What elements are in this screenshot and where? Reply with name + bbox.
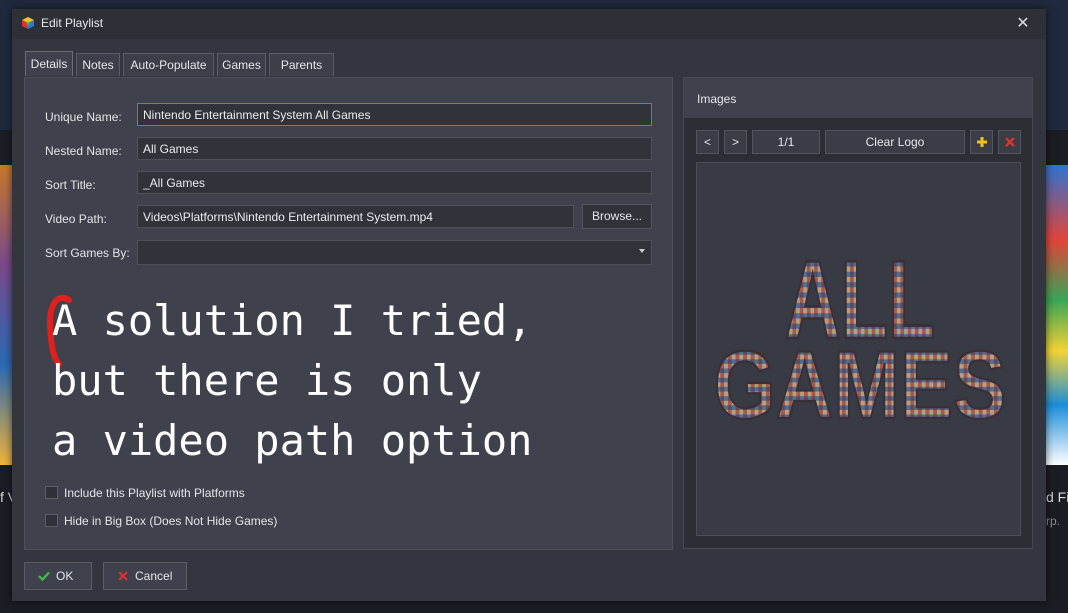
annotation-text: A solution I tried, but there is only a … [52, 296, 533, 465]
add-image-button[interactable] [970, 130, 993, 154]
checkbox-box [45, 514, 58, 528]
background-subcaption-right: rp. [1046, 514, 1061, 528]
include-with-platforms-label: Include this Playlist with Platforms [64, 486, 245, 500]
logo-text-games: GAMES [714, 331, 1007, 439]
image-page-indicator: 1/1 [752, 130, 820, 154]
tab-details[interactable]: Details [25, 51, 73, 76]
nested-name-label: Nested Name: [45, 144, 122, 158]
unique-name-label: Unique Name: [45, 110, 122, 124]
sort-title-label: Sort Title: [45, 178, 96, 192]
delete-x-icon [1004, 137, 1015, 147]
sort-games-by-label: Sort Games By: [45, 246, 130, 260]
edit-playlist-dialog: Edit Playlist ✕ Details Notes Auto-Popul… [12, 9, 1046, 601]
cancel-button[interactable]: Cancel [103, 562, 187, 590]
browse-button[interactable]: Browse... [582, 204, 652, 229]
ok-label: OK [56, 569, 74, 583]
checkbox-box [45, 486, 58, 500]
tab-games[interactable]: Games [217, 53, 266, 76]
tab-parents[interactable]: Parents [269, 53, 334, 76]
video-path-input[interactable] [137, 205, 574, 228]
image-type-button[interactable]: Clear Logo [825, 130, 965, 154]
background-caption-right: d Fig [1046, 489, 1068, 505]
checkmark-icon [38, 571, 50, 581]
video-path-label: Video Path: [45, 212, 107, 226]
hide-in-bigbox-checkbox[interactable]: Hide in Big Box (Does Not Hide Games) [45, 514, 277, 528]
cancel-label: Cancel [135, 569, 173, 583]
plus-icon [976, 137, 987, 147]
nested-name-input[interactable] [137, 137, 652, 160]
background-game-tile-right [1046, 165, 1068, 465]
sort-title-input[interactable] [137, 171, 652, 194]
all-games-logo-image: ALL GAMES [713, 237, 1008, 440]
sort-games-by-select[interactable] [137, 240, 652, 265]
titlebar: Edit Playlist ✕ [12, 9, 1046, 39]
next-image-button[interactable]: > [724, 130, 747, 154]
remove-image-button[interactable] [998, 130, 1021, 154]
images-panel: Images < > 1/1 Clear Logo ALL GAMES [683, 77, 1033, 549]
cancel-x-icon [118, 571, 128, 581]
ok-button[interactable]: OK [24, 562, 92, 590]
dialog-title: Edit Playlist [41, 16, 104, 30]
hide-in-bigbox-label: Hide in Big Box (Does Not Hide Games) [64, 514, 278, 528]
tab-auto-populate[interactable]: Auto-Populate [123, 53, 214, 76]
tab-notes[interactable]: Notes [76, 53, 120, 76]
dropdown-caret-icon [639, 249, 645, 253]
images-header: Images [684, 78, 1032, 118]
clear-logo-image: ALL GAMES [696, 162, 1021, 536]
launchbox-app-icon [22, 17, 34, 29]
images-title: Images [697, 92, 737, 106]
unique-name-input[interactable] [137, 103, 652, 126]
background-game-tile-left [0, 165, 12, 465]
include-with-platforms-checkbox[interactable]: Include this Playlist with Platforms [45, 486, 245, 500]
previous-image-button[interactable]: < [696, 130, 719, 154]
close-button[interactable]: ✕ [1012, 13, 1034, 35]
